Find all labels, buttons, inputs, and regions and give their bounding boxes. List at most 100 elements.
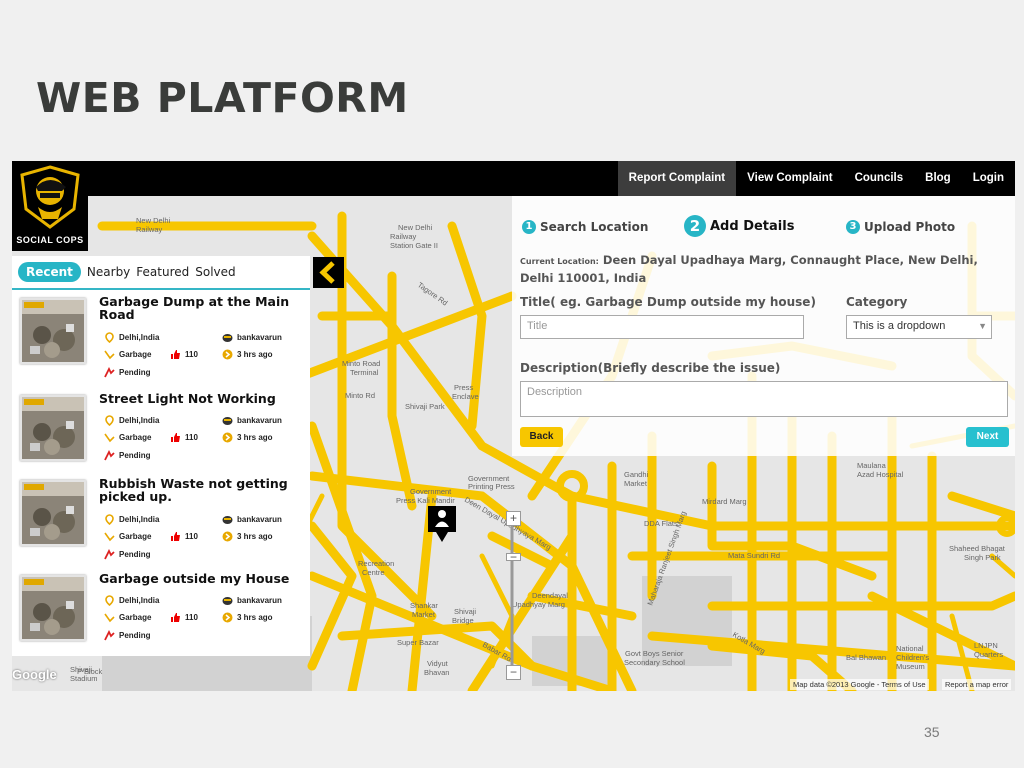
- complaint-photo[interactable]: [20, 298, 86, 364]
- complaint-item[interactable]: Rubbish Waste not getting picked up. Delh…: [12, 472, 310, 567]
- complaint-status-text: Pending: [119, 631, 151, 640]
- location-icon: [104, 595, 115, 607]
- logo-badge-icon: [20, 165, 80, 229]
- step-label: Upload Photo: [864, 220, 956, 234]
- svg-text:Bal Bhawan: Bal Bhawan: [846, 653, 886, 662]
- category-icon: [104, 612, 115, 623]
- current-location-label: Current Location:: [520, 257, 599, 266]
- complaint-user-text: bankavarun: [237, 596, 282, 605]
- next-button[interactable]: Next: [966, 427, 1009, 447]
- back-button[interactable]: Back: [520, 427, 563, 447]
- zoom-in-button[interactable]: +: [506, 511, 521, 526]
- svg-text:Market: Market: [624, 479, 648, 488]
- svg-text:Bridge: Bridge: [452, 616, 474, 625]
- chevron-left-icon: [319, 261, 335, 284]
- description-textarea[interactable]: Description: [520, 381, 1008, 417]
- complaint-item[interactable]: Garbage Dump at the Main Road Delhi,India…: [12, 290, 310, 387]
- description-label: Description(Briefly describe the issue): [520, 361, 781, 375]
- complaint-user[interactable]: bankavarun: [222, 514, 282, 525]
- svg-text:Upadhyay Marg: Upadhyay Marg: [512, 600, 565, 609]
- nav-report-complaint[interactable]: Report Complaint: [617, 161, 737, 196]
- location-icon: [104, 415, 115, 427]
- chevron-down-icon: ▼: [978, 321, 987, 331]
- svg-text:Minto Road: Minto Road: [342, 359, 380, 368]
- complaint-location: Delhi,India: [104, 514, 160, 526]
- complaint-user[interactable]: bankavarun: [222, 332, 282, 343]
- complaint-votes-text: 110: [185, 613, 198, 622]
- title-input[interactable]: Title: [520, 315, 804, 339]
- report-form: 1 Search Location 2 Add Details 3 Upload…: [512, 196, 1015, 456]
- complaint-title[interactable]: Rubbish Waste not getting picked up.: [99, 477, 299, 503]
- complaint-user[interactable]: bankavarun: [222, 595, 282, 606]
- map-attribution[interactable]: Map data ©2013 Google - Terms of Use: [790, 679, 929, 690]
- complaint-votes[interactable]: 110: [170, 531, 198, 542]
- complaint-votes[interactable]: 110: [170, 349, 198, 360]
- complaint-category: Garbage: [104, 432, 151, 443]
- complaint-photo[interactable]: [20, 480, 86, 546]
- tab-recent[interactable]: Recent: [18, 262, 81, 282]
- complaint-user[interactable]: bankavarun: [222, 415, 282, 426]
- logo[interactable]: SOCIAL COPS: [12, 161, 88, 251]
- tab-solved[interactable]: Solved: [195, 265, 235, 279]
- complaint-item[interactable]: Garbage outside my House Delhi,India banka…: [12, 567, 310, 654]
- complaint-location-text: Delhi,India: [119, 515, 160, 524]
- report-map-error-link[interactable]: Report a map error: [942, 679, 1012, 690]
- step-add-details[interactable]: 2 Add Details: [684, 215, 794, 237]
- complaint-user-text: bankavarun: [237, 333, 282, 342]
- thumbs-up-icon: [170, 349, 181, 360]
- svg-text:New Delhi: New Delhi: [398, 223, 433, 232]
- logo-text: SOCIAL COPS: [16, 235, 84, 245]
- svg-text:Government: Government: [410, 487, 452, 496]
- status-icon: [104, 548, 115, 560]
- svg-text:New Delhi: New Delhi: [136, 216, 171, 225]
- complaint-title[interactable]: Garbage Dump at the Main Road: [99, 295, 299, 321]
- zoom-out-button[interactable]: −: [506, 665, 521, 680]
- svg-text:National: National: [896, 644, 924, 653]
- step-search-location[interactable]: 1 Search Location: [522, 220, 648, 234]
- complaint-category: Garbage: [104, 349, 151, 360]
- google-logo: Google: [12, 667, 57, 682]
- complaint-votes[interactable]: 110: [170, 432, 198, 443]
- complaint-votes[interactable]: 110: [170, 612, 198, 623]
- complaint-tabs: Recent Nearby Featured Solved: [12, 256, 310, 290]
- clock-icon: [222, 531, 233, 542]
- page-number: 35: [924, 724, 940, 740]
- complaint-status: Pending: [104, 449, 151, 461]
- complaint-time-text: 3 hrs ago: [237, 613, 273, 622]
- svg-text:Station Gate II: Station Gate II: [390, 241, 438, 250]
- user-icon: [222, 595, 233, 606]
- complaint-title[interactable]: Street Light Not Working: [99, 392, 299, 405]
- nav-login[interactable]: Login: [962, 161, 1015, 196]
- svg-text:Centre: Centre: [362, 568, 385, 577]
- location-icon: [104, 514, 115, 526]
- user-icon: [222, 415, 233, 426]
- complaint-title[interactable]: Garbage outside my House: [99, 572, 299, 585]
- svg-text:Press: Press: [454, 383, 473, 392]
- collapse-panel-button[interactable]: [313, 257, 344, 288]
- nav-blog[interactable]: Blog: [914, 161, 962, 196]
- complaint-time-text: 3 hrs ago: [237, 433, 273, 442]
- nav-councils[interactable]: Councils: [844, 161, 915, 196]
- thumbs-up-icon: [170, 612, 181, 623]
- nav-view-complaint[interactable]: View Complaint: [736, 161, 843, 196]
- step-upload-photo[interactable]: 3 Upload Photo: [846, 220, 955, 234]
- svg-text:Museum: Museum: [896, 662, 925, 671]
- top-navbar: Report Complaint View Complaint Councils…: [12, 161, 1015, 196]
- category-select[interactable]: This is a dropdown ▼: [846, 315, 992, 339]
- step-number: 3: [846, 220, 860, 234]
- tab-nearby[interactable]: Nearby: [87, 265, 130, 279]
- complaint-item[interactable]: Street Light Not Working Delhi,India banka…: [12, 387, 310, 472]
- zoom-slider-handle[interactable]: −: [506, 551, 521, 563]
- user-icon: [222, 332, 233, 343]
- svg-text:Gandhi: Gandhi: [624, 470, 649, 479]
- svg-text:Bhavan: Bhavan: [424, 668, 449, 677]
- complaint-time: 3 hrs ago: [222, 432, 273, 443]
- complaint-status-text: Pending: [119, 550, 151, 559]
- complaint-status-text: Pending: [119, 368, 151, 377]
- nav-menu: Report Complaint View Complaint Councils…: [617, 161, 1015, 196]
- complaint-photo[interactable]: [20, 395, 86, 461]
- tab-featured[interactable]: Featured: [136, 265, 189, 279]
- complaint-photo[interactable]: [20, 575, 86, 641]
- svg-text:Secondary School: Secondary School: [624, 658, 685, 667]
- svg-text:Railway: Railway: [390, 232, 417, 241]
